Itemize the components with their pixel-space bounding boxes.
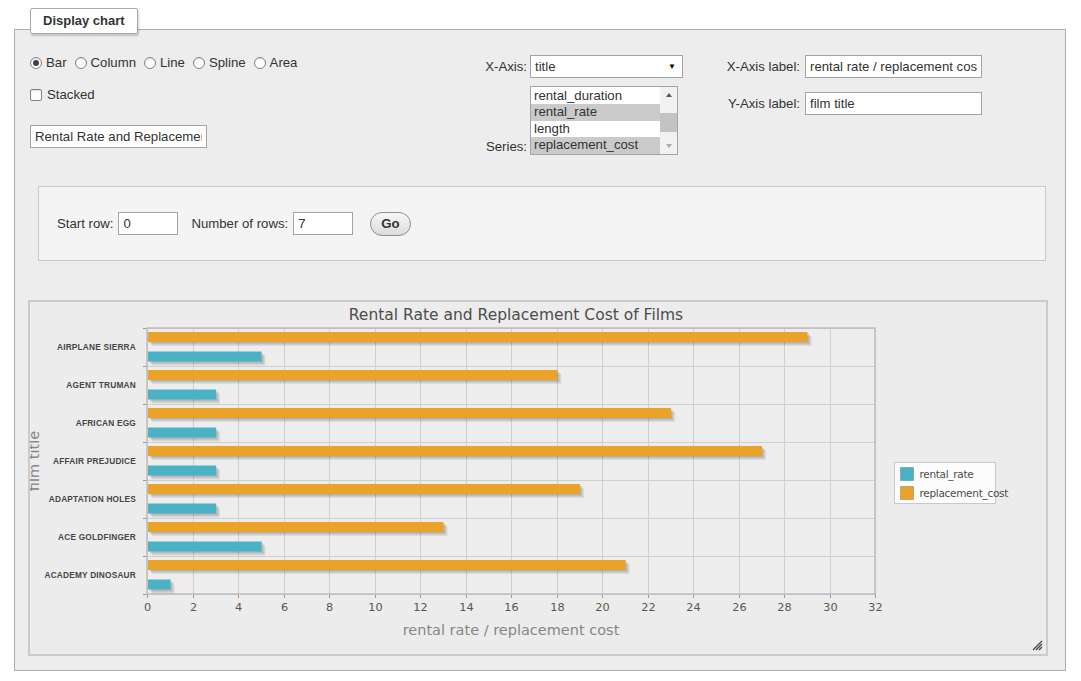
radio-icon[interactable] xyxy=(193,57,205,69)
tab-label: Display chart xyxy=(43,13,125,28)
start-row-input[interactable] xyxy=(118,212,178,235)
x-axis-select[interactable]: title ▼ xyxy=(530,55,683,78)
bar-rental_rate xyxy=(148,390,216,400)
stacked-checkbox-row[interactable]: Stacked xyxy=(30,87,95,102)
bar-replacement_cost xyxy=(148,332,808,342)
chart-type-radio-group: Bar Column Line Spline Area xyxy=(30,55,305,70)
chart-title: Rental Rate and Replacement Cost of Film… xyxy=(349,306,683,324)
chart-type-column[interactable]: Column xyxy=(75,55,136,70)
bar-replacement_cost xyxy=(148,484,580,494)
num-rows-input[interactable] xyxy=(293,212,353,235)
svg-text:14: 14 xyxy=(459,601,473,614)
svg-text:10: 10 xyxy=(368,601,382,614)
y-axis-label-caption: Y-Axis label: xyxy=(675,96,800,111)
series-option-length[interactable]: length xyxy=(531,121,660,137)
bar-rental_rate xyxy=(148,352,262,362)
scroll-down-icon[interactable] xyxy=(660,138,677,154)
svg-text:18: 18 xyxy=(550,601,564,614)
resize-handle-icon[interactable] xyxy=(1031,639,1043,651)
bar-rental_rate xyxy=(148,504,216,514)
svg-text:6: 6 xyxy=(281,601,288,614)
svg-text:32: 32 xyxy=(868,601,882,614)
bar-rental_rate xyxy=(148,580,171,590)
page: Display chart Bar Column Line Spline Area St… xyxy=(0,0,1081,681)
svg-text:0: 0 xyxy=(144,601,151,614)
display-chart-tab[interactable]: Display chart xyxy=(30,8,138,34)
x-axis-title: rental rate / replacement cost xyxy=(403,622,620,638)
stacked-label: Stacked xyxy=(47,87,95,102)
series-options: rental_durationrental_ratelengthreplacem… xyxy=(531,87,660,154)
series-caption: Series: xyxy=(415,139,527,154)
chart-title-input[interactable] xyxy=(30,125,207,148)
series-option-rental_duration[interactable]: rental_duration xyxy=(531,88,660,104)
y-axis-label-input[interactable] xyxy=(805,92,982,115)
svg-text:8: 8 xyxy=(326,601,333,614)
series-listbox[interactable]: rental_durationrental_ratelengthreplacem… xyxy=(530,86,678,155)
radio-label: Area xyxy=(270,55,298,70)
svg-text:28: 28 xyxy=(777,601,791,614)
radio-label: Spline xyxy=(209,55,246,70)
bar-replacement_cost xyxy=(148,370,557,380)
x-axis-caption: X-Axis: xyxy=(415,59,527,74)
stacked-checkbox[interactable] xyxy=(30,89,42,101)
x-axis-label-input[interactable] xyxy=(805,55,982,78)
category-label: ACADEMY DINOSAUR xyxy=(44,570,136,580)
bar-replacement_cost xyxy=(148,408,671,418)
category-label: ADAPTATION HOLES xyxy=(49,494,137,504)
radio-icon[interactable] xyxy=(144,57,156,69)
chart-type-spline[interactable]: Spline xyxy=(193,55,246,70)
svg-text:24: 24 xyxy=(686,601,700,614)
category-label: AFRICAN EGG xyxy=(76,418,136,428)
svg-text:20: 20 xyxy=(595,601,609,614)
radio-icon[interactable] xyxy=(30,57,42,69)
start-row-label: Start row: xyxy=(57,216,113,231)
chart-type-area[interactable]: Area xyxy=(254,55,298,70)
go-button[interactable]: Go xyxy=(370,212,410,236)
bar-rental_rate xyxy=(148,428,216,438)
bar-rental_rate xyxy=(148,466,216,476)
radio-icon[interactable] xyxy=(75,57,87,69)
svg-text:16: 16 xyxy=(504,601,518,614)
x-axis-select-value: title xyxy=(535,59,668,74)
legend: rental_rate replacement_cost xyxy=(895,463,1009,504)
row-range-box: Start row: Number of rows: Go xyxy=(38,186,1046,261)
radio-label: Line xyxy=(160,55,185,70)
svg-text:replacement_cost: replacement_cost xyxy=(920,487,1009,500)
bar-rental_rate xyxy=(148,542,262,552)
svg-text:4: 4 xyxy=(235,601,242,614)
bar-replacement_cost xyxy=(148,560,626,570)
chart-container: 02468101214161820222426283032AIRPLANE SI… xyxy=(28,300,1048,656)
bar-replacement_cost xyxy=(148,522,444,532)
chart-type-bar[interactable]: Bar xyxy=(30,55,67,70)
series-option-replacement_cost[interactable]: replacement_cost xyxy=(531,137,660,153)
svg-text:22: 22 xyxy=(641,601,655,614)
radio-label: Column xyxy=(91,55,136,70)
chart-type-line[interactable]: Line xyxy=(144,55,185,70)
category-label: AGENT TRUMAN xyxy=(66,380,136,390)
y-axis-title: film title xyxy=(30,431,42,491)
svg-text:30: 30 xyxy=(823,601,837,614)
radio-label: Bar xyxy=(46,55,67,70)
radio-icon[interactable] xyxy=(254,57,266,69)
bar-replacement_cost xyxy=(148,446,762,456)
svg-text:26: 26 xyxy=(732,601,746,614)
svg-text:rental_rate: rental_rate xyxy=(920,468,974,481)
chart-svg: 02468101214161820222426283032AIRPLANE SI… xyxy=(30,302,1046,654)
category-label: AFFAIR PREJUDICE xyxy=(53,456,136,466)
category-label: AIRPLANE SIERRA xyxy=(57,342,136,352)
num-rows-label: Number of rows: xyxy=(191,216,288,231)
series-option-rental_rate[interactable]: rental_rate xyxy=(531,104,660,120)
bar-chart: 02468101214161820222426283032AIRPLANE SI… xyxy=(30,302,1046,657)
svg-text:12: 12 xyxy=(413,601,427,614)
category-label: ACE GOLDFINGER xyxy=(58,532,136,542)
chart-config-panel: BarColumnLineSplineArea Stacked X-Axis: … xyxy=(14,29,1066,671)
scrollbar-thumb[interactable] xyxy=(660,113,677,132)
svg-text:2: 2 xyxy=(190,601,197,614)
x-axis-label-caption: X-Axis label: xyxy=(675,59,800,74)
